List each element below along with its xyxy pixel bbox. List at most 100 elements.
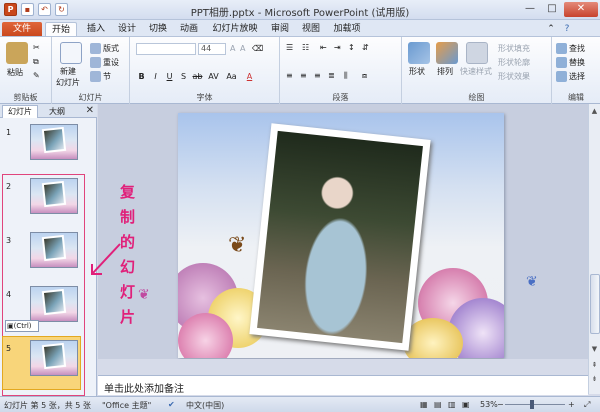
section-button[interactable]: 节 bbox=[90, 71, 111, 82]
scroll-up-icon[interactable]: ▲ bbox=[589, 106, 600, 116]
scroll-down-icon[interactable]: ▼ bbox=[589, 344, 600, 354]
maximize-button[interactable]: □ bbox=[542, 2, 562, 17]
copy-icon[interactable]: ⧉ bbox=[33, 57, 39, 67]
align-center-icon[interactable]: ≡ bbox=[300, 71, 307, 80]
next-slide-icon[interactable]: ⇟ bbox=[589, 374, 600, 384]
window-title: PPT相册.pptx - Microsoft PowerPoint (试用版) bbox=[190, 8, 410, 19]
clear-format-icon[interactable]: ⌫ bbox=[252, 44, 263, 53]
shape-effects-button[interactable]: 形状效果 bbox=[498, 71, 530, 82]
replace-button[interactable]: 替换 bbox=[556, 57, 585, 68]
tab-addins[interactable]: 加载项 bbox=[329, 22, 365, 37]
tab-insert[interactable]: 插入 bbox=[82, 22, 110, 37]
increase-indent-icon[interactable]: ⇥ bbox=[334, 43, 341, 52]
close-pane-icon[interactable]: ✕ bbox=[86, 105, 94, 116]
new-slide-button[interactable]: 新建 bbox=[60, 66, 76, 77]
font-color-icon[interactable]: A bbox=[244, 71, 255, 82]
tab-animations[interactable]: 动画 bbox=[175, 22, 203, 37]
decrease-indent-icon[interactable]: ⇤ bbox=[320, 43, 327, 52]
clipboard-label: 剪贴板 bbox=[13, 93, 38, 102]
layout-button[interactable]: 版式 bbox=[90, 43, 119, 54]
new-slide-icon[interactable] bbox=[60, 42, 82, 64]
paste-icon[interactable] bbox=[6, 42, 28, 64]
language-status[interactable]: 中文(中国) bbox=[186, 400, 224, 411]
slide-info: 幻灯片 第 5 张，共 5 张 bbox=[4, 401, 91, 410]
tab-file[interactable]: 文件 bbox=[2, 22, 42, 37]
zoom-slider-track[interactable] bbox=[505, 404, 565, 405]
find-button[interactable]: 查找 bbox=[556, 43, 585, 54]
close-button[interactable]: ✕ bbox=[564, 2, 598, 17]
tab-outline-pane[interactable]: 大纲 bbox=[42, 106, 72, 117]
font-size-combo[interactable]: 44 bbox=[198, 43, 226, 55]
smartart-icon[interactable]: ⧈ bbox=[362, 71, 367, 81]
slide-sorter-icon[interactable]: ▤ bbox=[434, 400, 442, 409]
minimize-ribbon-icon[interactable]: ⌃ bbox=[545, 22, 557, 37]
columns-icon[interactable]: ⫼ bbox=[344, 71, 348, 81]
slide-thumbnail-5[interactable] bbox=[30, 340, 78, 376]
text-direction-icon[interactable]: ⇵ bbox=[362, 43, 369, 52]
char-spacing-icon[interactable]: AV bbox=[208, 71, 219, 82]
quick-styles-icon[interactable] bbox=[466, 42, 488, 64]
shape-outline-button[interactable]: 形状轮廓 bbox=[498, 57, 530, 68]
align-left-icon[interactable]: ≡ bbox=[286, 71, 293, 80]
slide-thumbnail-1[interactable] bbox=[30, 124, 78, 160]
zoom-out-icon[interactable]: − bbox=[497, 400, 504, 409]
shapes-button[interactable]: 形状 bbox=[409, 66, 425, 77]
shadow-icon[interactable]: S bbox=[178, 71, 189, 82]
reset-button[interactable]: 重设 bbox=[90, 57, 119, 68]
slide-editing-area[interactable]: ❦ ❦ ❦ bbox=[98, 104, 588, 359]
new-slide-button-line2[interactable]: 幻灯片 bbox=[56, 77, 80, 88]
bold-icon[interactable]: B bbox=[136, 71, 147, 82]
photo-frame[interactable] bbox=[249, 123, 431, 351]
slide-thumbnail-3[interactable] bbox=[30, 232, 78, 268]
italic-icon[interactable]: I bbox=[150, 71, 161, 82]
slideshow-view-icon[interactable]: ▣ bbox=[462, 400, 470, 409]
normal-view-icon[interactable]: ▦ bbox=[420, 400, 428, 409]
align-right-icon[interactable]: ≡ bbox=[314, 71, 321, 80]
zoom-in-icon[interactable]: + bbox=[568, 400, 575, 409]
slide-thumbnail-2[interactable] bbox=[30, 178, 78, 214]
arrange-button[interactable]: 排列 bbox=[437, 66, 453, 77]
tab-slides-pane[interactable]: 幻灯片 bbox=[2, 105, 38, 118]
scroll-thumb[interactable] bbox=[590, 274, 600, 334]
arrange-icon[interactable] bbox=[436, 42, 458, 64]
help-icon[interactable]: ? bbox=[560, 22, 574, 37]
tab-review[interactable]: 审阅 bbox=[266, 22, 294, 37]
fit-to-window-icon[interactable]: ⤢ bbox=[584, 400, 590, 410]
notes-placeholder[interactable]: 单击此处添加备注 bbox=[104, 380, 184, 395]
shape-fill-button[interactable]: 形状填充 bbox=[498, 43, 530, 54]
slide-thumbnail-4[interactable] bbox=[30, 286, 78, 322]
previous-slide-icon[interactable]: ⇞ bbox=[589, 360, 600, 370]
tab-slideshow[interactable]: 幻灯片放映 bbox=[207, 22, 263, 37]
select-button[interactable]: 选择 bbox=[556, 71, 585, 82]
shapes-icon[interactable] bbox=[408, 42, 430, 64]
reading-view-icon[interactable]: ▥ bbox=[448, 400, 456, 409]
justify-icon[interactable]: ≣ bbox=[328, 71, 335, 80]
change-case-icon[interactable]: Aa bbox=[226, 71, 237, 82]
underline-icon[interactable]: U bbox=[164, 71, 175, 82]
shrink-font-icon[interactable]: A bbox=[240, 44, 245, 53]
paste-button[interactable]: 粘贴 bbox=[7, 67, 23, 78]
paragraph-label: 段落 bbox=[332, 93, 349, 102]
tab-transitions[interactable]: 切换 bbox=[144, 22, 172, 37]
zoom-level[interactable]: 53% bbox=[480, 400, 498, 409]
numbering-icon[interactable]: ☷ bbox=[302, 43, 309, 52]
line-spacing-icon[interactable]: ↕ bbox=[348, 43, 355, 52]
bullets-icon[interactable]: ☰ bbox=[286, 43, 293, 52]
grow-font-icon[interactable]: A bbox=[230, 44, 235, 53]
vertical-scrollbar[interactable]: ▲ ▼ ⇞ ⇟ bbox=[588, 104, 600, 394]
tab-view[interactable]: 视图 bbox=[297, 22, 325, 37]
cut-icon[interactable]: ✂ bbox=[33, 43, 40, 52]
font-name-combo[interactable] bbox=[136, 43, 196, 55]
minimize-button[interactable]: — bbox=[520, 2, 540, 17]
quick-styles-button[interactable]: 快速样式 bbox=[460, 66, 492, 77]
spelling-check-icon[interactable]: ✔ bbox=[168, 400, 175, 409]
notes-pane[interactable]: 单击此处添加备注 bbox=[98, 375, 588, 395]
tab-design[interactable]: 设计 bbox=[113, 22, 141, 37]
format-painter-icon[interactable]: ✎ bbox=[33, 71, 40, 80]
paste-options-button[interactable]: ▣(Ctrl) bbox=[5, 320, 39, 332]
tab-home[interactable]: 开始 bbox=[45, 22, 77, 37]
current-slide[interactable]: ❦ bbox=[178, 113, 504, 358]
pane-splitter[interactable] bbox=[98, 359, 588, 375]
zoom-slider-knob[interactable] bbox=[530, 400, 534, 409]
strikethrough-icon[interactable]: ab bbox=[192, 71, 203, 82]
